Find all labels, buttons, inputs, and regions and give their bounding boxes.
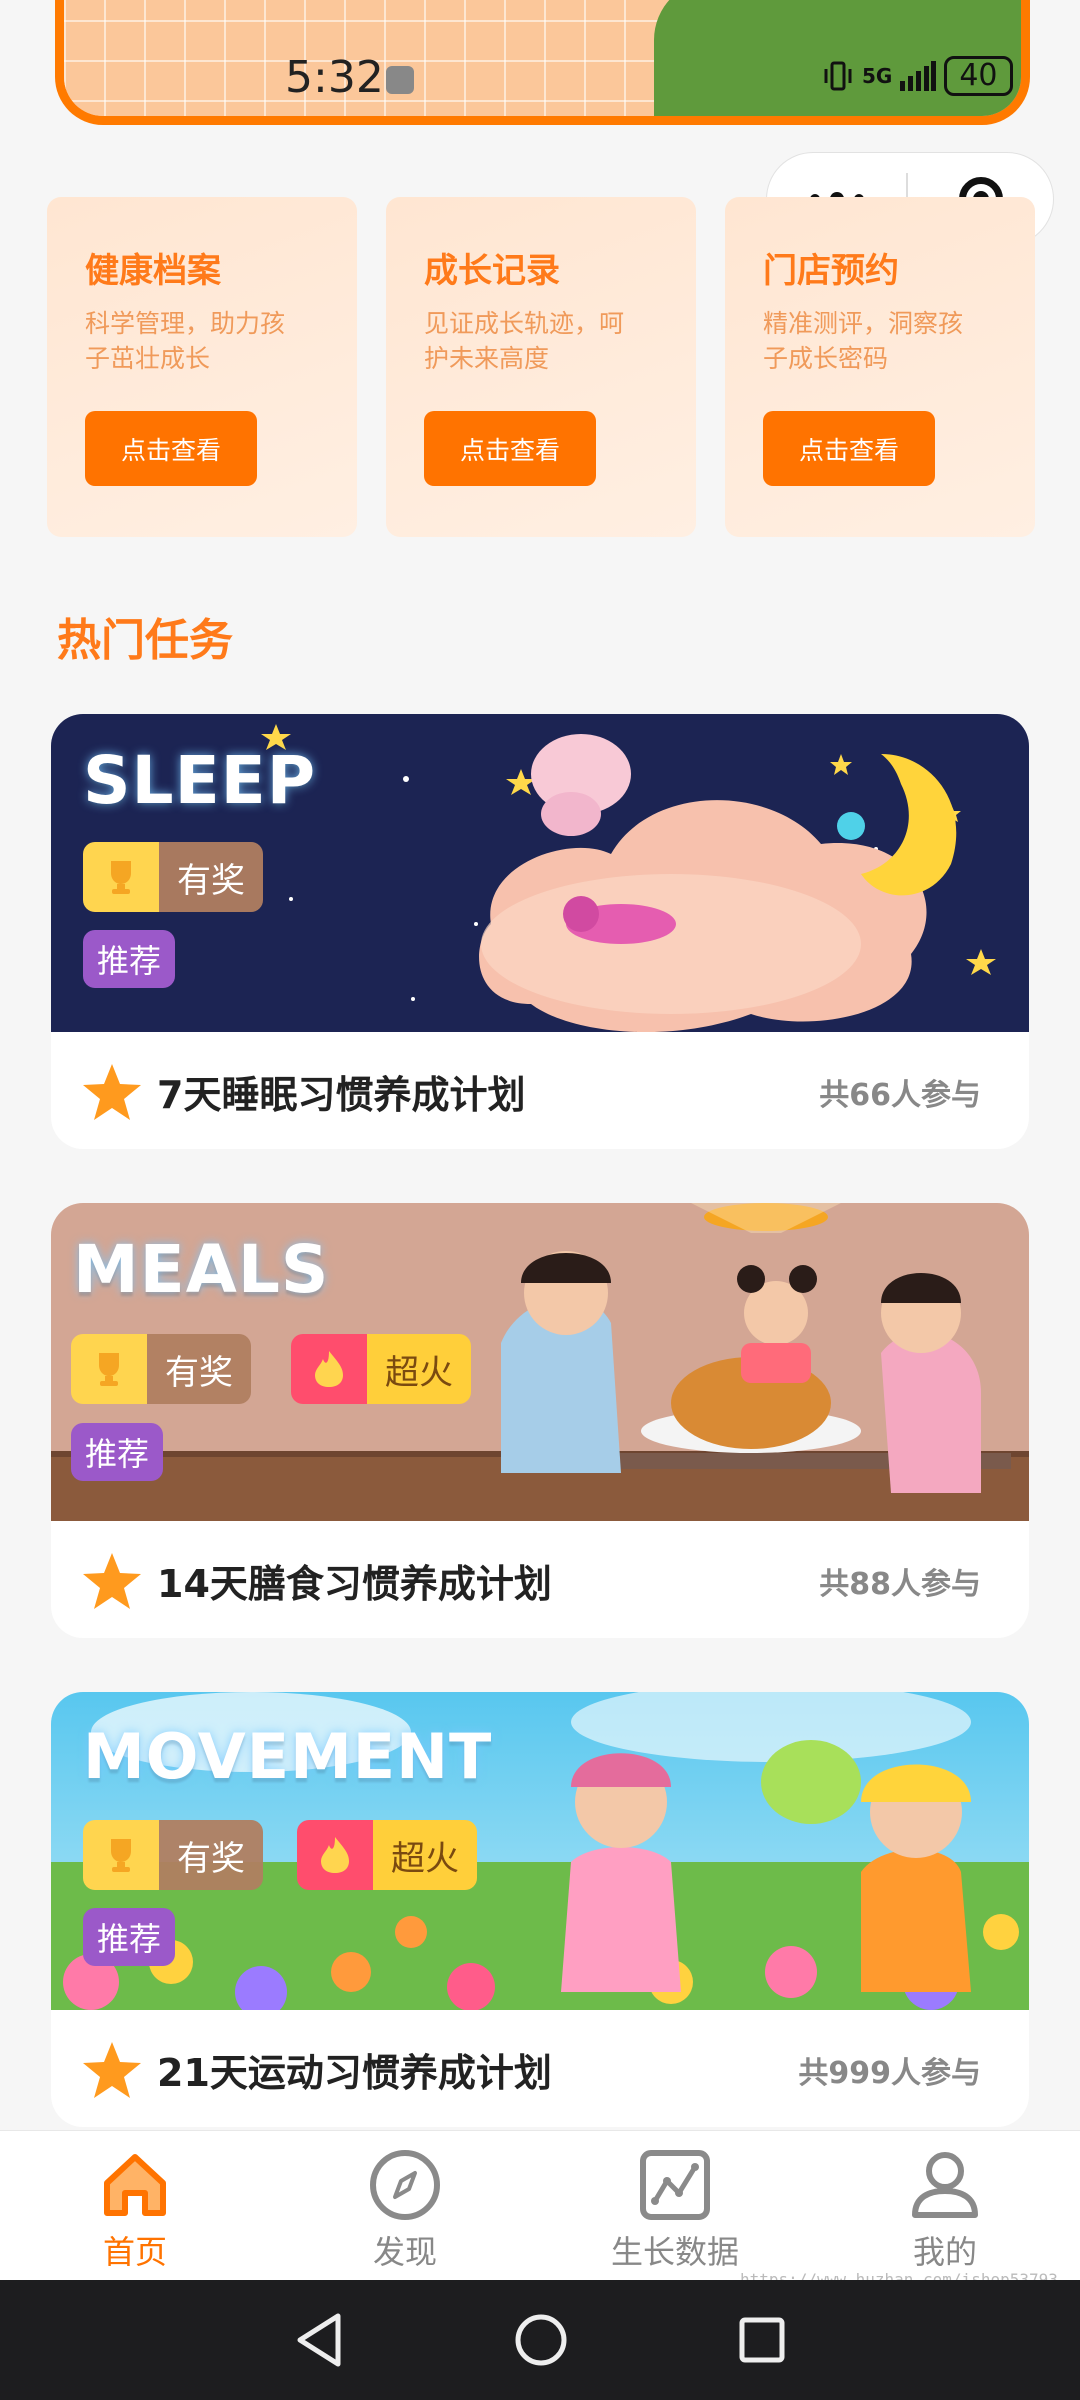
tab-label: 发现 (372, 2233, 437, 2271)
recents-icon[interactable] (738, 2316, 786, 2364)
home-icon (104, 2154, 166, 2216)
participant-count: 共66人参与 (819, 1078, 981, 1113)
prize-badge: 有奖 (83, 1820, 263, 1890)
feature-card-health-record[interactable]: 健康档案 科学管理，助力孩子茁壮成长 点击查看 (47, 197, 357, 537)
task-footer: 21天运动习惯养成计划 共999人参与 (51, 2010, 1029, 2127)
prize-badge: 有奖 (71, 1334, 251, 1404)
hot-badge: 超火 (291, 1334, 471, 1404)
hot-badge: 超火 (297, 1820, 477, 1890)
network-type: 5G (862, 64, 893, 88)
tab-label: 生长数据 (610, 2233, 739, 2271)
status-time: 5:32 (285, 52, 384, 103)
banner-word: MOVEMENT (83, 1720, 493, 1793)
task-banner-image: MOVEMENT 有奖 超火 推荐 (51, 1692, 1029, 2010)
vibrate-icon (824, 61, 852, 91)
system-navigation-bar (0, 2280, 1080, 2400)
tab-home[interactable]: 首页 (0, 2131, 270, 2281)
banner-word: SLEEP (83, 742, 317, 819)
star-icon (83, 2042, 141, 2098)
feature-card-store-booking[interactable]: 门店预约 精准测评，洞察孩子成长密码 点击查看 (725, 197, 1035, 537)
section-title: 热门任务 (57, 615, 233, 666)
trophy-icon (111, 1839, 131, 1872)
flame-icon (321, 1837, 349, 1873)
prize-badge-label: 有奖 (159, 1820, 263, 1890)
home-circle-icon[interactable] (514, 2313, 568, 2367)
task-card-movement[interactable]: MOVEMENT 有奖 超火 推荐 21天运动习惯养成计划 共999人参与 (51, 1692, 1029, 2127)
bottom-tab-bar: 首页 发现 生长数据 我的 (0, 2130, 1080, 2281)
task-banner-image: SLEEP 有奖 推荐 (51, 714, 1029, 1032)
prize-badge-label: 有奖 (147, 1334, 251, 1404)
participant-count: 共999人参与 (798, 2056, 981, 2091)
task-footer: 7天睡眠习惯养成计划 共66人参与 (51, 1032, 1029, 1149)
participant-count: 共88人参与 (819, 1567, 981, 1602)
prize-badge-label: 有奖 (159, 842, 263, 912)
tab-discover[interactable]: 发现 (270, 2131, 540, 2281)
tab-growth-data[interactable]: 生长数据 (540, 2131, 810, 2281)
back-icon[interactable] (294, 2312, 344, 2368)
user-icon (912, 2152, 978, 2218)
chart-icon (640, 2150, 710, 2220)
view-button[interactable]: 点击查看 (424, 411, 596, 486)
recommend-badge: 推荐 (83, 1908, 176, 1966)
view-button[interactable]: 点击查看 (85, 411, 257, 486)
star-icon (83, 1064, 141, 1120)
hot-badge-label: 超火 (367, 1334, 471, 1404)
task-banner-image: MEALS 有奖 超火 推荐 (51, 1203, 1029, 1521)
banner-word: MEALS (73, 1231, 330, 1308)
compass-icon (370, 2150, 440, 2220)
battery-indicator: 40 (944, 56, 1013, 96)
task-name: 21天运动习惯养成计划 (157, 2051, 552, 2095)
tab-profile[interactable]: 我的 (810, 2131, 1080, 2281)
feature-card-growth-record[interactable]: 成长记录 见证成长轨迹，呵护未来高度 点击查看 (386, 197, 696, 537)
signal-icon (900, 61, 937, 91)
recommend-badge: 推荐 (83, 930, 176, 988)
flame-icon (315, 1351, 343, 1387)
star-icon (83, 1553, 141, 1609)
hot-badge-label: 超火 (373, 1820, 477, 1890)
status-indicators: 5G 40 (822, 56, 1013, 96)
view-button[interactable]: 点击查看 (763, 411, 935, 486)
prize-badge: 有奖 (83, 842, 263, 912)
tab-label: 首页 (102, 2233, 167, 2271)
feature-desc: 科学管理，助力孩子茁壮成长 (85, 309, 286, 373)
recommend-badge: 推荐 (71, 1423, 164, 1481)
feature-desc: 见证成长轨迹，呵护未来高度 (424, 309, 625, 373)
task-footer: 14天膳食习惯养成计划 共88人参与 (51, 1521, 1029, 1638)
trophy-icon (99, 1353, 119, 1386)
task-card-sleep[interactable]: SLEEP 有奖 推荐 7天睡眠习惯养成计划 共66人参与 (51, 714, 1029, 1149)
feature-title: 门店预约 (763, 251, 899, 291)
tab-label: 我的 (912, 2233, 977, 2271)
feature-title: 健康档案 (85, 251, 221, 291)
feature-title: 成长记录 (424, 251, 560, 291)
trophy-icon (111, 861, 131, 894)
task-card-meals[interactable]: MEALS 有奖 超火 推荐 14天膳食习惯养成计划 共88人参与 (51, 1203, 1029, 1638)
feature-desc: 精准测评，洞察孩子成长密码 (763, 309, 964, 373)
task-name: 7天睡眠习惯养成计划 (157, 1073, 526, 1117)
task-name: 14天膳食习惯养成计划 (157, 1562, 552, 1606)
notification-icon (386, 66, 414, 94)
